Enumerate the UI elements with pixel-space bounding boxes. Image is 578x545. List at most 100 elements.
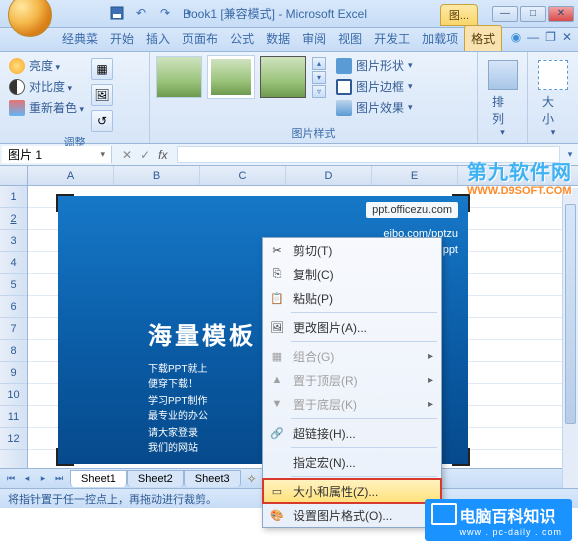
group-icon: ▦	[269, 348, 285, 364]
tab-layout[interactable]: 页面布	[176, 26, 224, 51]
minimize-button[interactable]: —	[492, 6, 518, 22]
qat-undo-icon[interactable]: ↶	[132, 4, 150, 22]
tab-review[interactable]: 审阅	[296, 26, 332, 51]
recolor-icon	[9, 100, 25, 116]
formula-input[interactable]	[177, 146, 560, 163]
sheet-nav-first-icon[interactable]: ⏮	[4, 473, 18, 484]
contextual-tab-label: 图...	[440, 4, 478, 26]
col-header[interactable]: C	[200, 166, 286, 185]
mdi-close-icon[interactable]: ✕	[562, 30, 572, 44]
recolor-button[interactable]: 重新着色	[6, 98, 87, 117]
mdi-restore-icon[interactable]: ❐	[545, 30, 556, 44]
tab-home[interactable]: 开始	[104, 26, 140, 51]
row-header[interactable]: 3	[0, 230, 27, 252]
sheet-tab-3[interactable]: Sheet3	[184, 470, 241, 487]
menu-cut[interactable]: ✂剪切(T)	[263, 238, 441, 262]
brightness-icon	[9, 58, 25, 74]
row-header[interactable]: 2	[0, 208, 27, 230]
row-header[interactable]: 12	[0, 428, 27, 450]
tab-format[interactable]: 格式	[464, 25, 502, 51]
sheet-nav-prev-icon[interactable]: ◂	[20, 473, 34, 484]
style-thumb[interactable]	[260, 56, 306, 98]
sheet-tab-1[interactable]: Sheet1	[70, 470, 127, 487]
tab-insert[interactable]: 插入	[140, 26, 176, 51]
gallery-up-icon[interactable]: ▴	[312, 57, 326, 70]
menu-paste[interactable]: 📋粘贴(P)	[263, 286, 441, 310]
name-box[interactable]: 图片 1 ▾	[2, 146, 112, 163]
select-all-corner[interactable]	[0, 166, 27, 186]
size-button[interactable]: 大小▾	[534, 56, 572, 142]
style-thumb[interactable]	[208, 56, 254, 98]
accept-formula-icon[interactable]: ✓	[140, 148, 150, 162]
tab-view[interactable]: 视图	[332, 26, 368, 51]
contrast-button[interactable]: 对比度	[6, 77, 87, 96]
gallery-down-icon[interactable]: ▾	[312, 71, 326, 84]
compress-pic-button[interactable]: ▦	[91, 58, 113, 80]
tab-developer[interactable]: 开发工	[368, 26, 416, 51]
tab-classic[interactable]: 经典菜	[56, 26, 104, 51]
sheet-tab-2[interactable]: Sheet2	[127, 470, 184, 487]
row-header[interactable]: 6	[0, 296, 27, 318]
row-header[interactable]: 7	[0, 318, 27, 340]
sheet-nav-next-icon[interactable]: ▸	[36, 473, 50, 484]
menu-assign-macro[interactable]: 指定宏(N)...	[263, 450, 441, 474]
menu-size-properties[interactable]: ▭大小和属性(Z)...	[263, 479, 441, 503]
col-header[interactable]: B	[114, 166, 200, 185]
reset-icon: ↺	[97, 114, 107, 128]
picture-border-button[interactable]: 图片边框	[334, 77, 415, 96]
gallery-more-icon[interactable]: ▿	[312, 85, 326, 98]
bring-front-icon: ▲	[269, 372, 285, 388]
cancel-formula-icon[interactable]: ✕	[122, 148, 132, 162]
status-text: 将指针置于任一控点上，再拖动进行裁剪。	[8, 491, 217, 507]
close-button[interactable]: ✕	[548, 6, 574, 22]
mdi-min-icon[interactable]: —	[527, 30, 539, 44]
contrast-icon	[9, 79, 25, 95]
row-header[interactable]: 11	[0, 406, 27, 428]
sheet-nav-last-icon[interactable]: ⏭	[52, 473, 66, 484]
crop-handle-tl[interactable]	[56, 194, 74, 212]
tab-formulas[interactable]: 公式	[224, 26, 260, 51]
col-header[interactable]: A	[28, 166, 114, 185]
reset-pic-button[interactable]: ↺	[91, 110, 113, 132]
tab-data[interactable]: 数据	[260, 26, 296, 51]
change-pic-button[interactable]: 🖼	[91, 84, 113, 106]
row-header[interactable]: 4	[0, 252, 27, 274]
row-header[interactable]: 1	[0, 186, 27, 208]
menu-hyperlink[interactable]: 🔗超链接(H)...	[263, 421, 441, 445]
paste-icon: 📋	[269, 290, 285, 306]
row-header[interactable]: 10	[0, 384, 27, 406]
menu-format-picture[interactable]: 🎨设置图片格式(O)...	[263, 503, 441, 527]
col-header[interactable]: E	[372, 166, 458, 185]
col-header[interactable]: D	[286, 166, 372, 185]
menu-change-picture[interactable]: 🖼更改图片(A)...	[263, 315, 441, 339]
fx-icon[interactable]: fx	[158, 148, 167, 162]
qat-save-icon[interactable]	[108, 4, 126, 22]
row-header[interactable]: 5	[0, 274, 27, 296]
scrollbar-thumb[interactable]	[565, 204, 576, 424]
row-header[interactable]: 9	[0, 362, 27, 384]
style-thumb[interactable]	[156, 56, 202, 98]
context-menu: ✂剪切(T) ⎘复制(C) 📋粘贴(P) 🖼更改图片(A)... ▦组合(G) …	[262, 237, 442, 528]
brightness-button[interactable]: 亮度	[6, 56, 87, 75]
group-label-styles: 图片样式	[156, 123, 471, 141]
crop-handle-br[interactable]	[452, 448, 470, 466]
cut-icon: ✂	[269, 242, 285, 258]
expand-formula-bar-icon[interactable]: ▾	[562, 144, 578, 165]
arrange-button[interactable]: 排列▾	[484, 56, 521, 142]
picture-shape-button[interactable]: 图片形状	[334, 56, 415, 75]
help-icon[interactable]: ◉	[511, 30, 521, 44]
maximize-button[interactable]: □	[520, 6, 546, 22]
format-pic-icon: 🎨	[269, 507, 285, 523]
menu-copy[interactable]: ⎘复制(C)	[263, 262, 441, 286]
qat-dropdown-icon[interactable]: ▾	[180, 4, 198, 22]
crop-handle-bl[interactable]	[56, 448, 74, 466]
menu-send-back: ▼置于底层(K)	[263, 392, 441, 416]
vertical-scrollbar[interactable]	[562, 188, 578, 488]
row-header[interactable]: 8	[0, 340, 27, 362]
picture-style-gallery[interactable]: ▴ ▾ ▿	[156, 56, 326, 98]
new-sheet-icon[interactable]: ✧	[241, 472, 263, 486]
name-box-dropdown-icon[interactable]: ▾	[100, 149, 105, 160]
tab-addins[interactable]: 加载项	[416, 26, 464, 51]
qat-redo-icon[interactable]: ↷	[156, 4, 174, 22]
picture-effects-button[interactable]: 图片效果	[334, 98, 415, 117]
